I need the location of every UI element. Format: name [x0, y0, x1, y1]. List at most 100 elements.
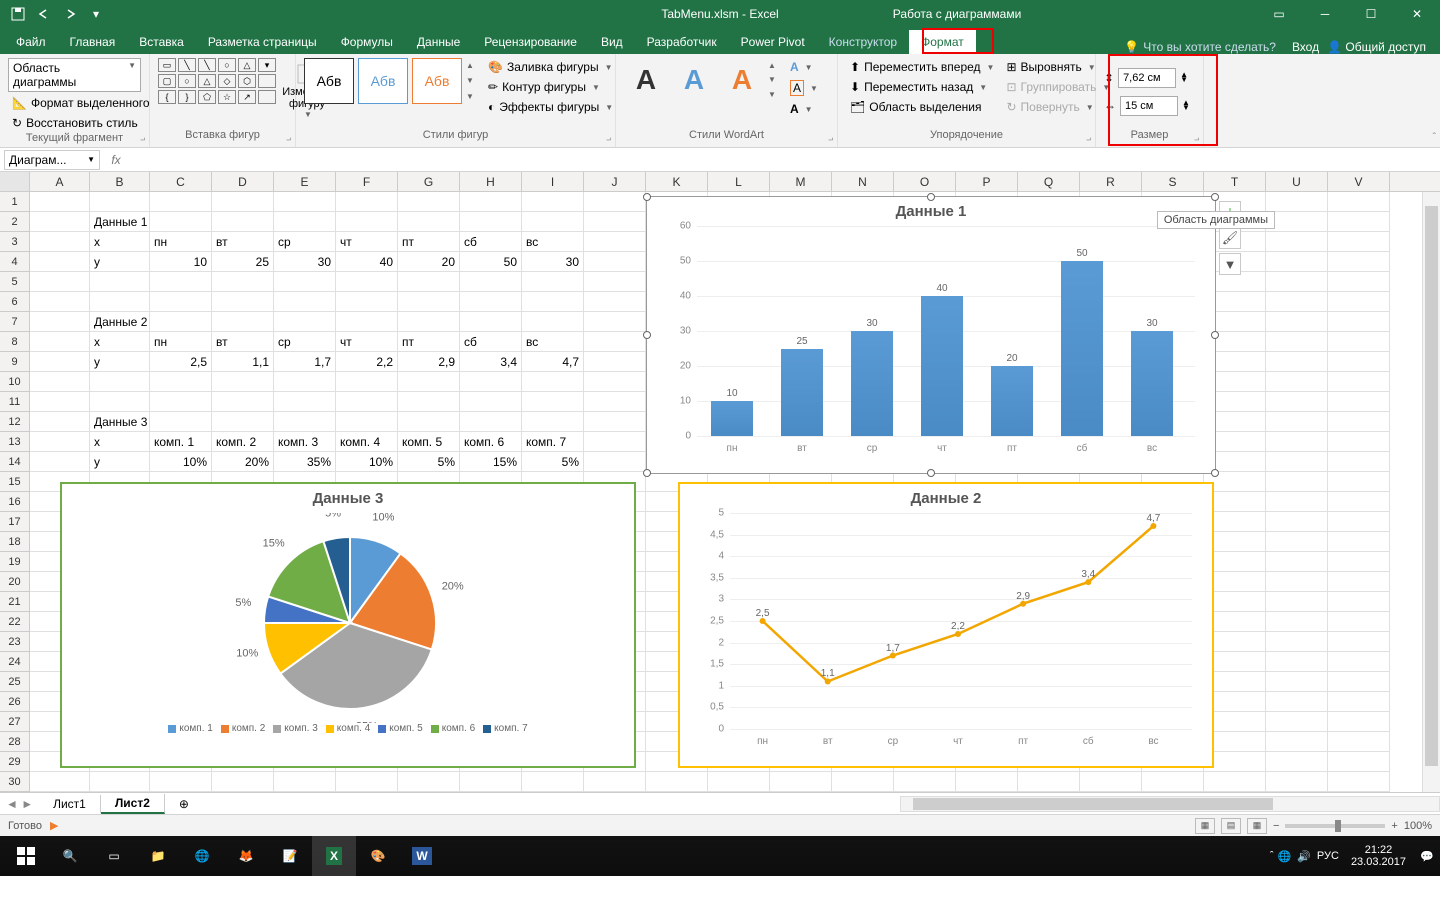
cell[interactable]	[90, 192, 150, 212]
sheet-nav[interactable]: ◄ ►	[0, 797, 39, 811]
cell[interactable]	[1328, 372, 1390, 392]
cell[interactable]	[1266, 532, 1328, 552]
cell[interactable]	[1266, 632, 1328, 652]
cell[interactable]: 1,7	[274, 352, 336, 372]
cell[interactable]	[1328, 192, 1390, 212]
cell[interactable]	[1266, 712, 1328, 732]
cell[interactable]: Данные 2	[90, 312, 150, 332]
text-outline-button[interactable]: A▼	[786, 78, 822, 98]
column-header[interactable]: J	[584, 172, 646, 191]
cell[interactable]	[770, 772, 832, 792]
row-header[interactable]: 6	[0, 292, 30, 312]
cell[interactable]: вт	[212, 232, 274, 252]
cell[interactable]	[274, 192, 336, 212]
cell[interactable]: ср	[274, 332, 336, 352]
cell[interactable]	[460, 412, 522, 432]
cell[interactable]	[522, 772, 584, 792]
action-center-icon[interactable]: 💬	[1418, 836, 1436, 876]
cell[interactable]	[460, 272, 522, 292]
cell[interactable]	[150, 272, 212, 292]
cell[interactable]	[522, 412, 584, 432]
cell[interactable]	[274, 212, 336, 232]
collapse-ribbon-icon[interactable]: ˆ	[1433, 132, 1436, 143]
cell[interactable]	[1328, 672, 1390, 692]
cell[interactable]: чт	[336, 232, 398, 252]
cell[interactable]	[584, 232, 646, 252]
cell[interactable]	[30, 772, 90, 792]
app-icon[interactable]: 📝	[268, 836, 312, 876]
clock[interactable]: 21:22 23.03.2017	[1343, 844, 1414, 868]
cell[interactable]: вс	[522, 332, 584, 352]
cell[interactable]	[336, 372, 398, 392]
select-all-button[interactable]	[0, 172, 30, 191]
cell[interactable]	[30, 272, 90, 292]
cell[interactable]	[956, 772, 1018, 792]
cell[interactable]	[212, 372, 274, 392]
word-icon[interactable]: W	[400, 836, 444, 876]
cell[interactable]: пн	[150, 232, 212, 252]
cell[interactable]: пн	[150, 332, 212, 352]
chart-line[interactable]: Данные 2 00,511,522,533,544,55пн2,5вт1,1…	[678, 482, 1214, 768]
chart-bar[interactable]: Данные 1 010203040506010пн25вт30ср40чт20…	[646, 196, 1216, 474]
column-header[interactable]: C	[150, 172, 212, 191]
cell[interactable]: комп. 3	[274, 432, 336, 452]
cell[interactable]	[1266, 432, 1328, 452]
cell[interactable]	[336, 292, 398, 312]
cell[interactable]	[522, 292, 584, 312]
row-header[interactable]: 30	[0, 772, 30, 792]
cell[interactable]	[212, 292, 274, 312]
cell[interactable]	[1328, 412, 1390, 432]
cell[interactable]	[584, 412, 646, 432]
chart-filters-button[interactable]: ▼	[1219, 253, 1241, 275]
cell[interactable]	[90, 272, 150, 292]
cell[interactable]	[1328, 392, 1390, 412]
row-header[interactable]: 1	[0, 192, 30, 212]
cell[interactable]	[460, 372, 522, 392]
cell[interactable]	[274, 372, 336, 392]
cell[interactable]: комп. 7	[522, 432, 584, 452]
cell[interactable]	[1266, 212, 1328, 232]
cell[interactable]	[584, 252, 646, 272]
cell[interactable]: комп. 1	[150, 432, 212, 452]
row-header[interactable]: 20	[0, 572, 30, 592]
selection-pane-button[interactable]: 🗂 Область выделения	[846, 98, 998, 116]
row-header[interactable]: 27	[0, 712, 30, 732]
cell[interactable]	[1328, 492, 1390, 512]
cell[interactable]: 1,1	[212, 352, 274, 372]
send-backward-button[interactable]: ⬇ Переместить назад▼	[846, 78, 998, 96]
cell[interactable]	[460, 392, 522, 412]
tab-file[interactable]: Файл	[4, 30, 58, 54]
cell[interactable]	[30, 412, 90, 432]
cell[interactable]	[584, 452, 646, 472]
cell[interactable]	[1328, 272, 1390, 292]
cell[interactable]	[584, 432, 646, 452]
cell[interactable]	[212, 212, 274, 232]
cell[interactable]	[398, 292, 460, 312]
cell[interactable]: ср	[274, 232, 336, 252]
cell[interactable]	[522, 392, 584, 412]
tab-chart-design[interactable]: Конструктор	[817, 30, 909, 54]
cell[interactable]	[1328, 232, 1390, 252]
normal-view-button[interactable]: ▦	[1195, 818, 1215, 834]
cell[interactable]: 2,9	[398, 352, 460, 372]
signin-link[interactable]: Вход	[1292, 40, 1319, 54]
cell[interactable]	[212, 272, 274, 292]
shape-outline-button[interactable]: ✏ Контур фигуры▼	[484, 78, 617, 96]
cell[interactable]	[336, 412, 398, 432]
shape-width-input[interactable]	[1120, 96, 1178, 116]
tab-data[interactable]: Данные	[405, 30, 472, 54]
shape-style-gallery[interactable]: Абв Абв Абв ▲▼▼	[304, 58, 480, 104]
cell[interactable]	[1080, 772, 1142, 792]
cell[interactable]	[212, 412, 274, 432]
cell[interactable]	[1328, 632, 1390, 652]
sheet-tab[interactable]: Лист2	[101, 794, 165, 814]
column-header[interactable]: L	[708, 172, 770, 191]
row-header[interactable]: 17	[0, 512, 30, 532]
cell[interactable]: сб	[460, 332, 522, 352]
cell[interactable]	[150, 312, 212, 332]
column-header[interactable]: P	[956, 172, 1018, 191]
cell[interactable]	[584, 352, 646, 372]
undo-icon[interactable]	[32, 2, 56, 26]
row-header[interactable]: 7	[0, 312, 30, 332]
cell[interactable]	[212, 392, 274, 412]
